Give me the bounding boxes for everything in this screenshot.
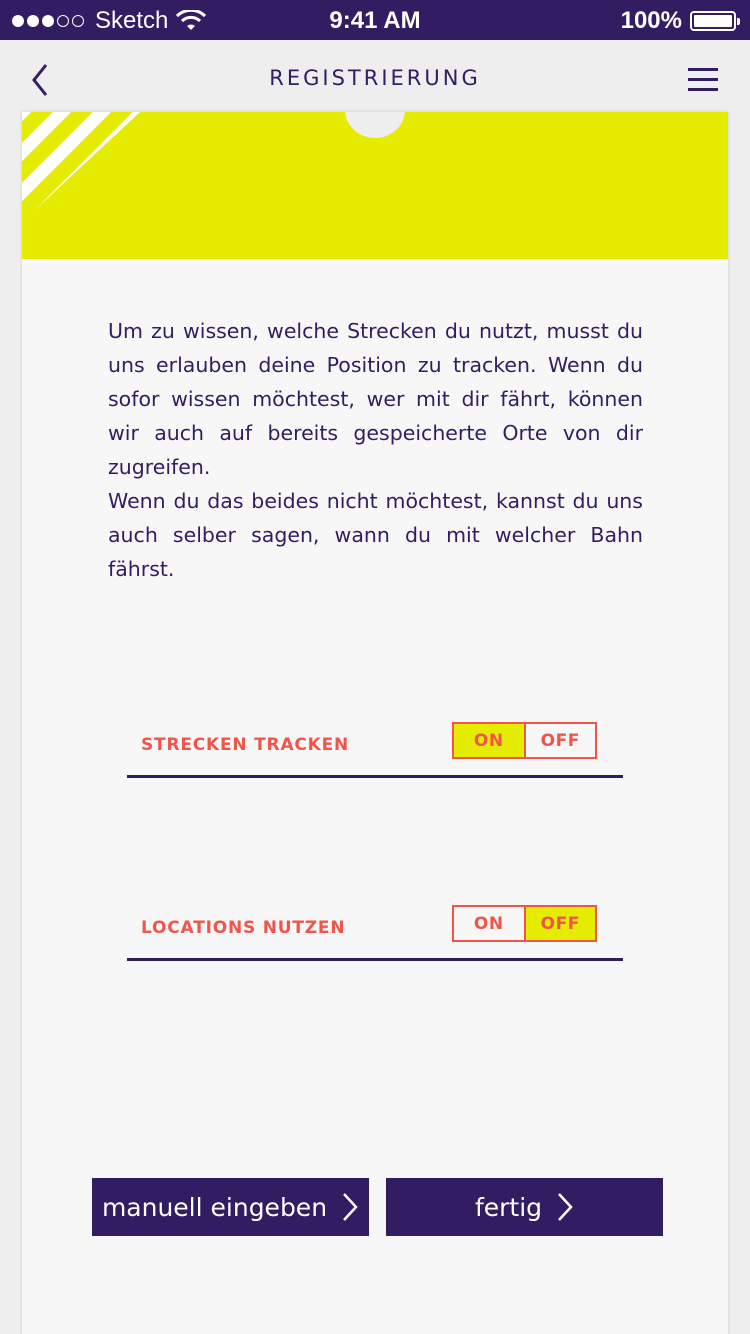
description-paragraph-1: Um zu wissen, welche Strecken du nutzt, … <box>108 319 643 479</box>
done-label: fertig <box>474 1192 543 1222</box>
strecken-off-option[interactable]: OFF <box>523 724 596 757</box>
ticket-notch <box>345 112 405 138</box>
description-text: Um zu wissen, welche Strecken du nutzt, … <box>108 314 643 586</box>
card-header <box>22 112 728 259</box>
locations-off-option[interactable]: OFF <box>523 907 595 940</box>
menu-button[interactable] <box>688 68 720 92</box>
toggle-row-strecken: STRECKEN TRACKEN ON OFF <box>127 718 623 778</box>
hamburger-menu-icon <box>688 68 718 71</box>
description-paragraph-2: Wenn du das beides nicht möchtest, kanns… <box>108 489 657 581</box>
toggle-label-locations: LOCATIONS NUTZEN <box>141 918 346 938</box>
locations-on-option[interactable]: ON <box>454 907 524 940</box>
navigation-bar: REGISTRIERUNG <box>0 40 750 116</box>
strecken-toggle[interactable]: ON OFF <box>452 722 597 759</box>
toggle-row-locations: LOCATIONS NUTZEN ON OFF <box>127 901 623 961</box>
chevron-right-icon <box>343 1193 358 1221</box>
strecken-on-option[interactable]: ON <box>454 724 524 757</box>
toggle-label-strecken: STRECKEN TRACKEN <box>141 735 350 755</box>
manual-entry-button[interactable]: manuell eingeben <box>92 1178 369 1236</box>
done-button[interactable]: fertig <box>386 1178 663 1236</box>
status-bar: Sketch 9:41 AM 100% <box>0 0 750 40</box>
battery-percentage: 100% <box>620 7 682 34</box>
stripes-decoration <box>22 112 140 222</box>
locations-toggle[interactable]: ON OFF <box>452 905 597 942</box>
registration-card: Um zu wissen, welche Strecken du nutzt, … <box>22 112 728 1334</box>
page-title: REGISTRIERUNG <box>269 66 481 90</box>
battery-icon <box>690 11 740 31</box>
status-right: 100% <box>620 7 740 35</box>
manual-entry-label: manuell eingeben <box>101 1192 328 1222</box>
chevron-right-icon <box>558 1193 573 1221</box>
